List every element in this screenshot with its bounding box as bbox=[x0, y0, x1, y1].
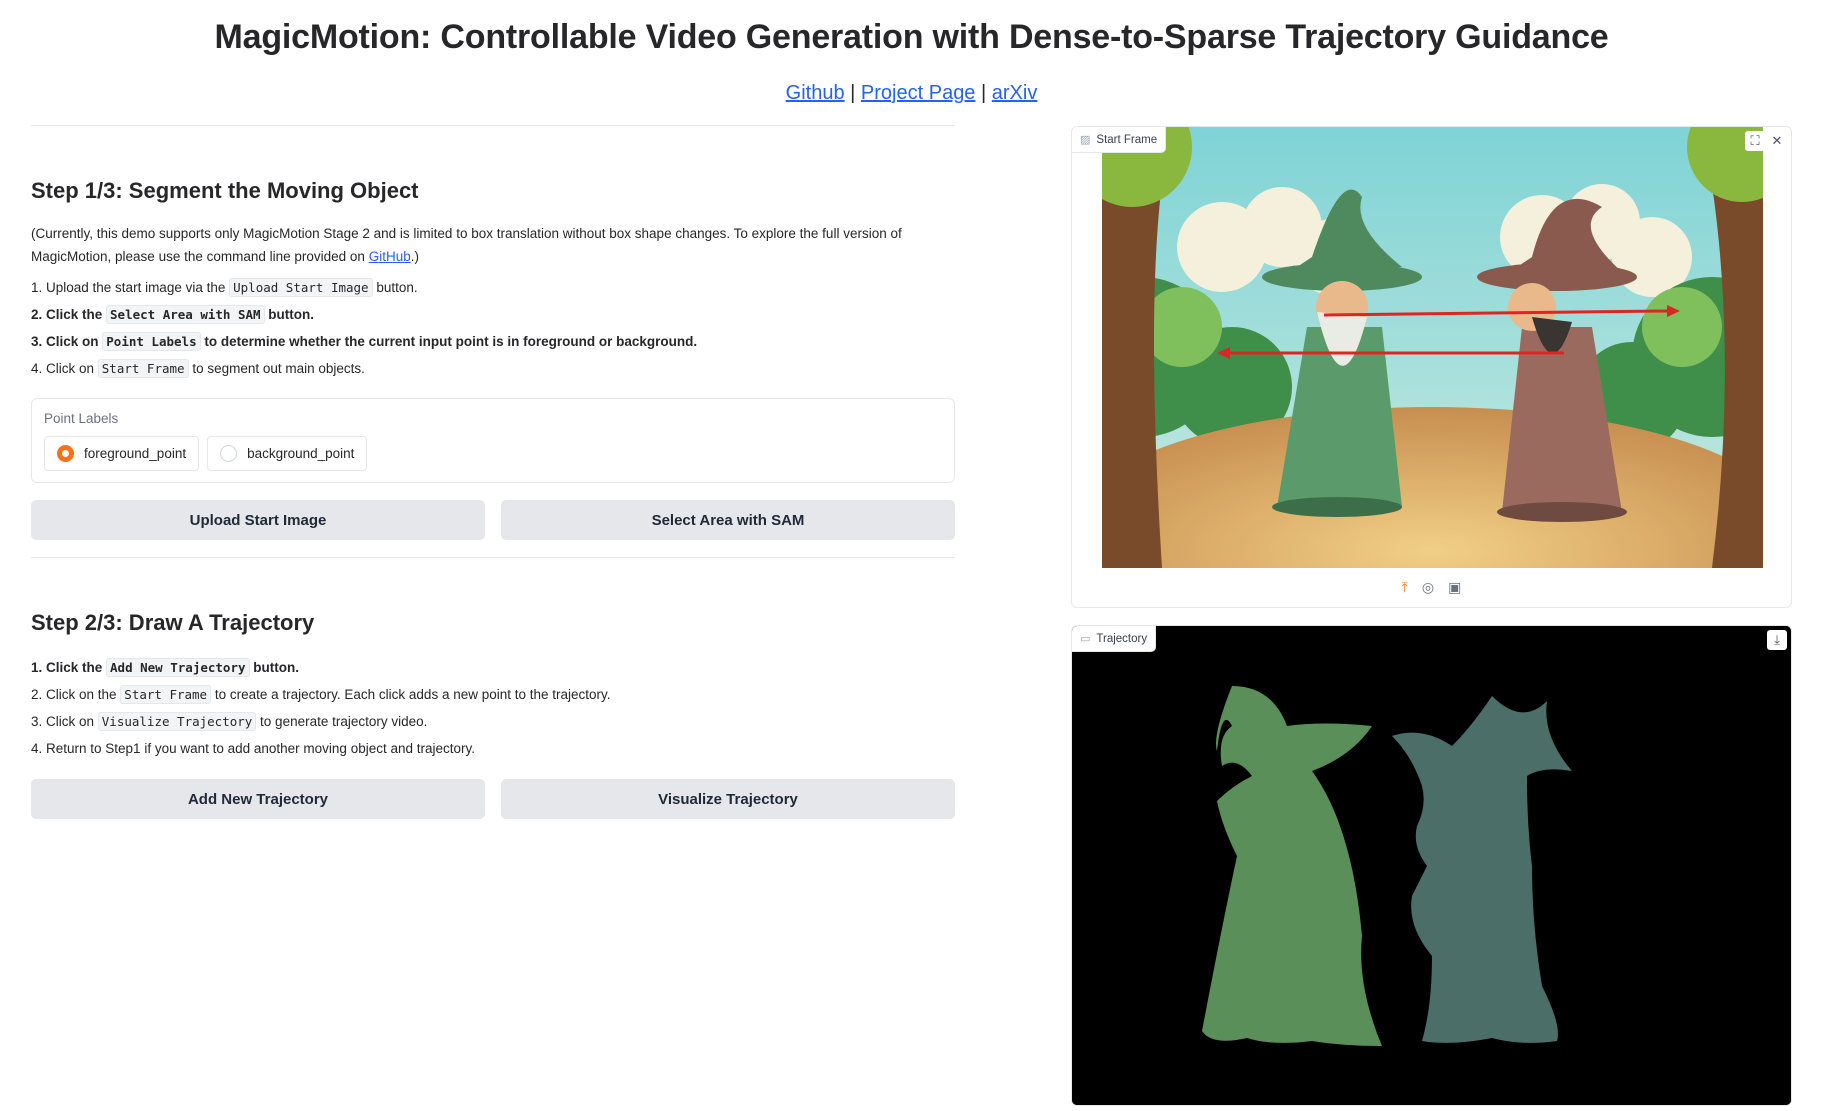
step1-note-text: (Currently, this demo supports only Magi… bbox=[31, 226, 902, 264]
list-item: 2. Click the Select Area with SAM button… bbox=[31, 305, 315, 324]
divider bbox=[31, 125, 955, 126]
add-new-trajectory-button[interactable]: Add New Trajectory bbox=[31, 779, 485, 819]
step1-note-end: .) bbox=[410, 249, 419, 264]
step1-list: 1. Upload the start image via the Upload… bbox=[31, 274, 955, 382]
github-inline-link[interactable]: GitHub bbox=[369, 249, 411, 264]
trajectory-video[interactable] bbox=[1072, 626, 1792, 1106]
clipboard-icon[interactable]: ▣ bbox=[1448, 579, 1461, 596]
image-source-toolbar: ⤒ ◎ ▣ bbox=[1072, 579, 1791, 596]
list-item: 3. Click on Visualize Trajectory to gene… bbox=[31, 712, 428, 731]
radio-dot[interactable] bbox=[220, 445, 238, 462]
trajectory-panel: ▭ Trajectory ⤓ bbox=[1071, 625, 1792, 1106]
image-icon: ▨ bbox=[1080, 134, 1091, 146]
radio-dot-selected[interactable] bbox=[57, 445, 74, 462]
link-separator: | bbox=[850, 82, 856, 104]
point-labels-label: Point Labels bbox=[44, 411, 119, 426]
step1-title: Step 1/3: Segment the Moving Object bbox=[31, 178, 419, 203]
header-links: Github | Project Page | arXiv bbox=[0, 82, 1823, 105]
radio-background-point[interactable]: background_point bbox=[207, 436, 368, 471]
list-item: 2. Click on the Start Frame to create a … bbox=[31, 685, 611, 704]
project-page-link[interactable]: Project Page bbox=[861, 82, 976, 104]
inline-code: Start Frame bbox=[97, 359, 189, 378]
start-frame-tag: ▨ Start Frame bbox=[1072, 127, 1167, 153]
upload-icon[interactable]: ⤒ bbox=[1402, 579, 1408, 596]
video-icon: ▭ bbox=[1080, 633, 1091, 645]
radio-foreground-point[interactable]: foreground_point bbox=[44, 436, 200, 471]
download-icon[interactable]: ⤓ bbox=[1767, 630, 1787, 650]
list-item: 1. Upload the start image via the Upload… bbox=[31, 278, 418, 297]
step2-list: 1. Click the Add New Trajectory button. … bbox=[31, 654, 955, 762]
radio-option-label: foreground_point bbox=[84, 446, 187, 461]
inline-code: Visualize Trajectory bbox=[97, 712, 257, 731]
arxiv-link[interactable]: arXiv bbox=[992, 82, 1038, 104]
point-labels-group: Point Labels foreground_point background… bbox=[31, 398, 955, 483]
inline-code: Upload Start Image bbox=[229, 278, 373, 297]
visualize-trajectory-button[interactable]: Visualize Trajectory bbox=[501, 779, 955, 819]
list-item: 3. Click on Point Labels to determine wh… bbox=[31, 332, 698, 351]
start-frame-panel: ▨ Start Frame ⛶ ✕ ⤒ ◎ ▣ bbox=[1071, 126, 1792, 608]
left-column: Step 1/3: Segment the Moving Object (Cur… bbox=[31, 125, 955, 819]
inline-code: Point Labels bbox=[102, 332, 201, 351]
inline-code: Select Area with SAM bbox=[106, 305, 265, 324]
inline-code: Add New Trajectory bbox=[106, 658, 250, 677]
divider bbox=[31, 557, 955, 558]
list-item: 1. Click the Add New Trajectory button. bbox=[31, 658, 299, 677]
webcam-icon[interactable]: ◎ bbox=[1422, 579, 1434, 596]
link-separator: | bbox=[981, 82, 987, 104]
select-area-sam-button[interactable]: Select Area with SAM bbox=[501, 500, 955, 540]
close-icon[interactable]: ✕ bbox=[1767, 131, 1787, 151]
github-link[interactable]: Github bbox=[786, 82, 845, 104]
step1-note: (Currently, this demo supports only Magi… bbox=[31, 222, 955, 268]
fullscreen-icon[interactable]: ⛶ bbox=[1745, 131, 1765, 151]
trajectory-tag: ▭ Trajectory bbox=[1072, 626, 1157, 652]
inline-code: Start Frame bbox=[120, 685, 212, 704]
radio-option-label: background_point bbox=[247, 446, 355, 461]
step2-title: Step 2/3: Draw A Trajectory bbox=[31, 610, 315, 635]
list-item: 4. Click on Start Frame to segment out m… bbox=[31, 359, 365, 378]
list-item: 4. Return to Step1 if you want to add an… bbox=[31, 741, 476, 756]
page-title: MagicMotion: Controllable Video Generati… bbox=[214, 18, 1609, 56]
upload-start-image-button[interactable]: Upload Start Image bbox=[31, 500, 485, 540]
start-frame-image[interactable] bbox=[1102, 127, 1763, 568]
